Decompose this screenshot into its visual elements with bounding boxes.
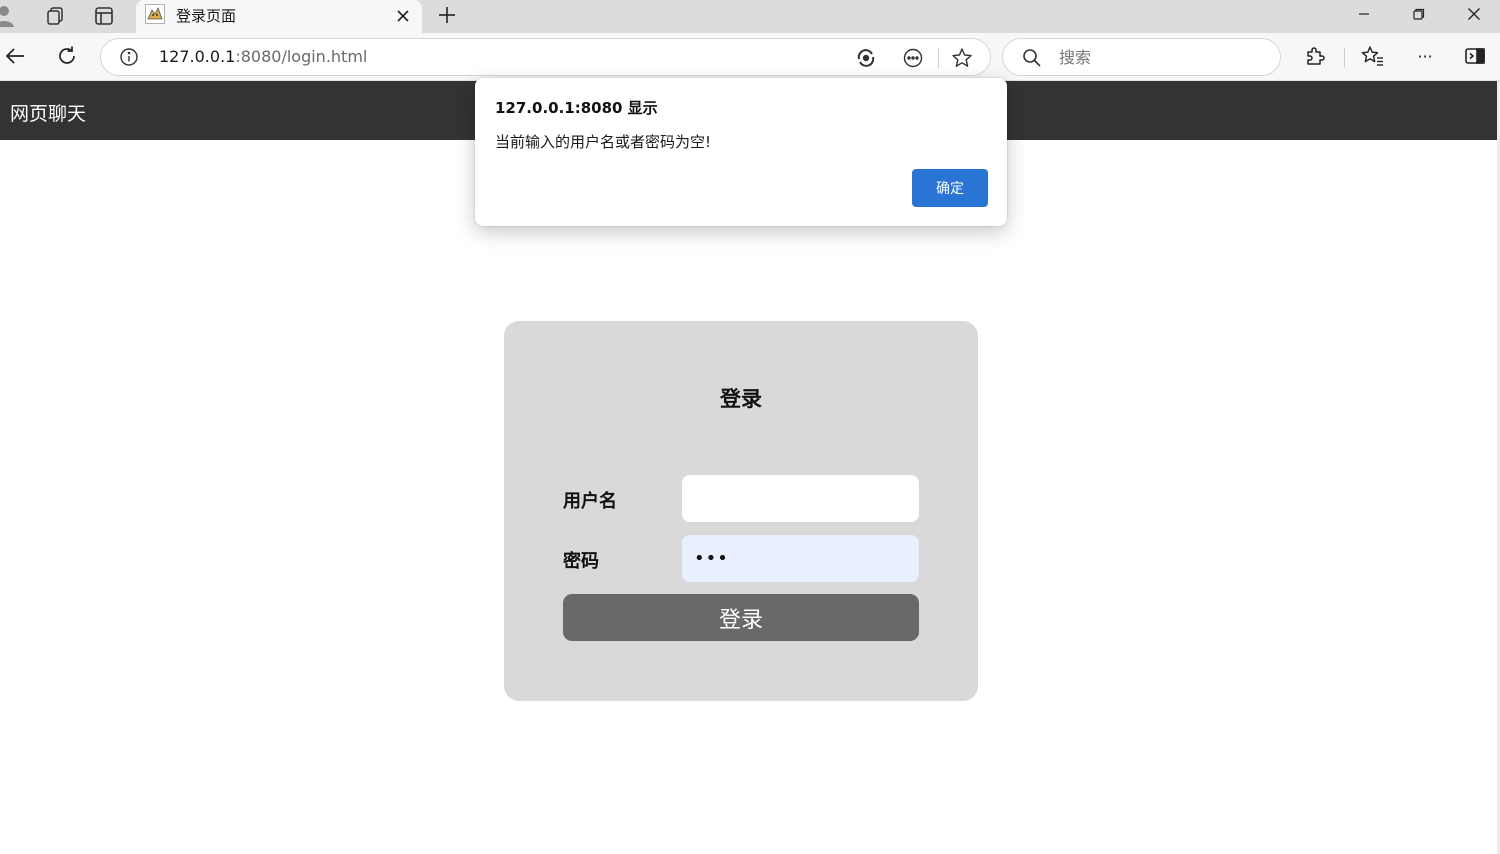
site-info-icon[interactable] [119, 47, 139, 67]
search-box[interactable] [1002, 38, 1281, 76]
login-title: 登录 [720, 387, 762, 411]
profile-icon[interactable] [0, 3, 20, 29]
refresh-icon[interactable] [52, 41, 82, 71]
address-bar[interactable]: 127.0.0.1:8080/login.html [100, 38, 991, 76]
close-tab-icon[interactable] [392, 5, 414, 27]
address-bar-divider [938, 48, 939, 68]
minimize-icon[interactable] [1340, 0, 1388, 28]
favorites-icon[interactable] [1358, 41, 1388, 71]
more-icon[interactable]: ··· [1410, 41, 1440, 71]
edge-sync-icon[interactable] [853, 45, 879, 71]
search-icon [1021, 47, 1043, 69]
toolbar-divider [1344, 48, 1345, 68]
alert-dialog: 127.0.0.1:8080 显示 当前输入的用户名或者密码为空! 确定 [475, 78, 1007, 226]
alert-title: 127.0.0.1:8080 显示 [495, 99, 658, 117]
search-input[interactable] [1057, 45, 1257, 69]
site-brand: 网页聊天 [10, 103, 87, 125]
tab-title: 登录页面 [176, 7, 237, 25]
alert-message: 当前输入的用户名或者密码为空! [495, 133, 712, 151]
restore-icon[interactable] [1395, 0, 1443, 28]
login-submit-button[interactable]: 登录 [563, 594, 919, 641]
browser-toolbar: 127.0.0.1:8080/login.html 搜索 ··· [0, 33, 1500, 81]
password-input[interactable] [682, 535, 919, 582]
browser-tab-strip: 登录页面 [0, 0, 1500, 33]
password-label: 密码 [563, 551, 599, 572]
close-window-icon[interactable] [1450, 0, 1498, 28]
alert-ok-button[interactable]: 确定 [912, 169, 988, 207]
username-input[interactable] [682, 475, 919, 522]
new-tab-icon[interactable] [434, 2, 460, 28]
url-host: 127.0.0.1 [159, 47, 236, 66]
active-tab[interactable]: 登录页面 [136, 0, 422, 33]
url-text[interactable]: 127.0.0.1:8080/login.html [159, 47, 367, 66]
tab-actions-icon[interactable] [91, 3, 117, 29]
favorite-star-icon[interactable] [949, 45, 975, 71]
sidebar-icon[interactable] [1460, 41, 1490, 71]
username-label: 用户名 [563, 491, 617, 512]
extensions-icon[interactable] [1300, 41, 1330, 71]
reading-mode-icon[interactable] [900, 45, 926, 71]
tomcat-icon [145, 4, 165, 24]
url-path: :8080/login.html [235, 47, 368, 66]
workspaces-icon[interactable] [42, 3, 68, 29]
login-card: 登录 用户名 密码 登录 [504, 321, 978, 701]
back-icon[interactable] [0, 41, 30, 71]
